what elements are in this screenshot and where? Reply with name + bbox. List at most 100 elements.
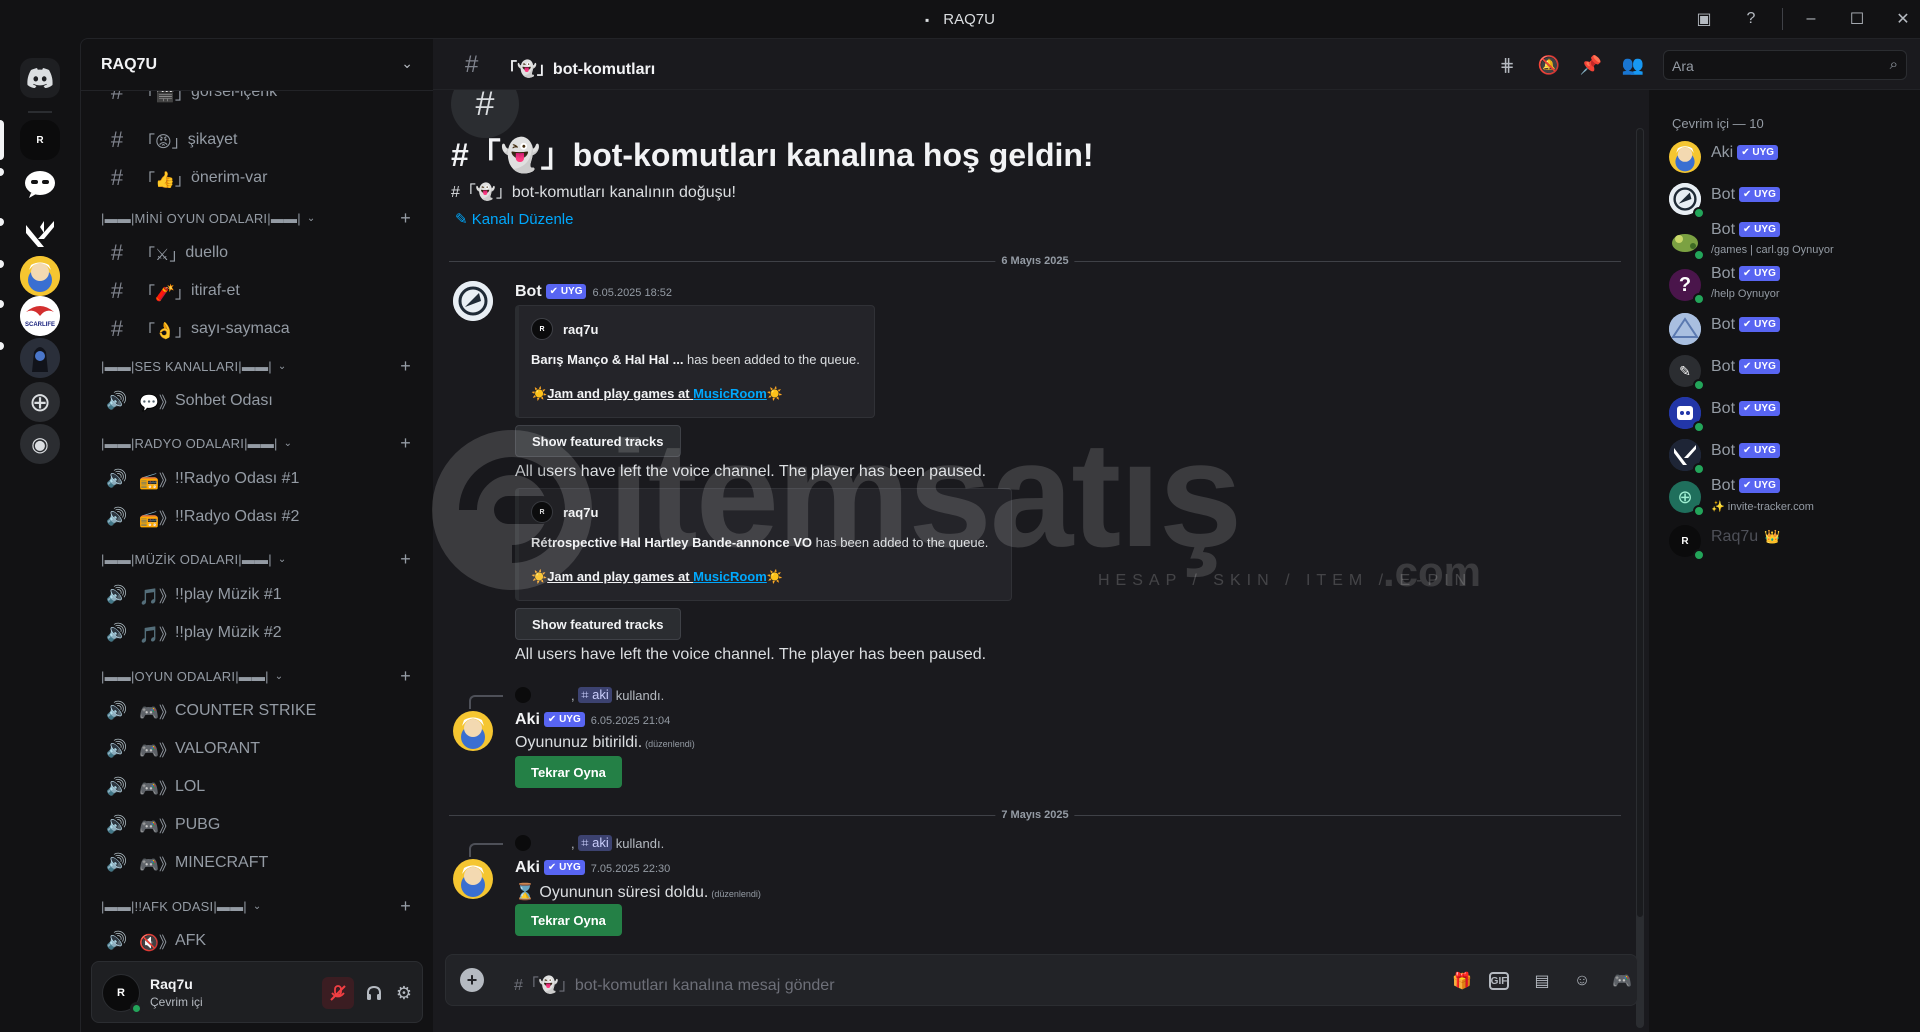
user-name[interactable]: Raq7u (150, 976, 193, 992)
member-item[interactable]: Bot ✔ UYG (1659, 434, 1911, 476)
musicroom-link[interactable]: MusicRoom (693, 569, 767, 584)
server-raq7u-icon[interactable]: R (20, 120, 60, 160)
maximize-icon[interactable]: ☐ (1846, 8, 1868, 30)
message-text: All users have left the voice channel. T… (515, 463, 987, 480)
channel-sayi-saymaca[interactable]: # 「👌」 sayı-saymaca (97, 312, 417, 346)
member-item[interactable]: Bot ✔ UYG (1659, 392, 1911, 434)
sticker-icon[interactable]: ▤ (1529, 968, 1555, 994)
message-author[interactable]: Aki ✔ UYG 6.05.2025 21:04 (515, 711, 670, 729)
channel-prefix: 🎵》 (139, 589, 175, 606)
timestamp: 7.05.2025 22:30 (590, 863, 671, 875)
member-item[interactable]: Bot ✔ UYG /games | carl.gg Oynuyor (1659, 220, 1911, 262)
voice-minecraft[interactable]: 🔊 🎮》 MINECRAFT (97, 846, 417, 880)
show-featured-tracks-button[interactable]: Show featured tracks (515, 608, 681, 640)
server-scarlife-icon[interactable]: SCARLIFE (20, 296, 60, 336)
minimize-icon[interactable]: – (1800, 8, 1822, 30)
close-icon[interactable]: ✕ (1892, 8, 1914, 30)
member-item[interactable]: R Raq7u 👑 (1659, 520, 1911, 562)
voice-radyo-2[interactable]: 🔊 📻》 !!Radyo Odası #2 (97, 500, 417, 534)
message-input[interactable]: #「👻」bot-komutları kanalına mesaj gönder (514, 971, 835, 995)
server-anime-avatar-icon[interactable] (20, 256, 60, 296)
voice-radyo-1[interactable]: 🔊 📻》 !!Radyo Odası #1 (97, 462, 417, 496)
channel-itiraf-et[interactable]: # 「🧨」 itiraf-et (97, 274, 417, 308)
settings-gear-icon[interactable]: ⚙ (388, 977, 420, 1009)
gift-icon[interactable]: 🎁 (1449, 968, 1475, 994)
member-item[interactable]: Bot ✔ UYG (1659, 178, 1911, 220)
channel-onerim-var[interactable]: # 「👍」 önerim-var (97, 161, 417, 195)
slash-command-chip[interactable]: ⌗ aki (578, 835, 612, 851)
gamepad-icon[interactable]: 🎮 (1609, 968, 1635, 994)
message-composer[interactable]: + #「👻」bot-komutları kanalına mesaj gönde… (445, 954, 1638, 1006)
threads-icon[interactable]: ⋕ (1495, 53, 1519, 77)
guild-header[interactable]: RAQ7U ⌄ (81, 39, 433, 91)
edit-channel-link[interactable]: ✎ Kanalı Düzenle (455, 210, 573, 228)
play-again-button[interactable]: Tekrar Oyna (515, 756, 622, 788)
category-ses-kanallari[interactable]: |▬▬|SES KANALLARI|▬▬| ⌄ + (101, 356, 421, 376)
explore-servers-icon[interactable]: ◉ (20, 424, 60, 464)
member-list-icon[interactable]: 👥 (1621, 53, 1645, 77)
category-afk[interactable]: |▬▬|!!AFK ODASI|▬▬| ⌄ + (101, 896, 421, 916)
channel-prefix: 🎵》 (139, 627, 175, 644)
rail-divider (28, 111, 52, 113)
voice-lol[interactable]: 🔊 🎮》 LOL (97, 770, 417, 804)
category-mini-oyun[interactable]: |▬▬|MİNİ OYUN ODALARI|▬▬| ⌄ + (101, 208, 421, 228)
add-channel-icon[interactable]: + (400, 433, 411, 454)
server-valorant-icon[interactable] (20, 214, 60, 254)
gif-icon[interactable]: GIF (1489, 972, 1509, 990)
voice-muzik-2[interactable]: 🔊 🎵》 !!play Müzik #2 (97, 616, 417, 650)
reply-preview[interactable]: , ⌗ aki kullandı. (469, 687, 664, 709)
musicroom-link[interactable]: MusicRoom (693, 386, 767, 401)
slash-command-chip[interactable]: ⌗ aki (578, 687, 612, 703)
member-item[interactable]: Bot ✔ UYG (1659, 308, 1911, 350)
add-channel-icon[interactable]: + (400, 896, 411, 917)
member-item[interactable]: ⊕ Bot ✔ UYG ✨ invite-tracker.com (1659, 476, 1911, 518)
bot-avatar[interactable] (453, 281, 493, 321)
voice-valorant[interactable]: 🔊 🎮》 VALORANT (97, 732, 417, 766)
member-item[interactable]: ? Bot ✔ UYG /help Oynuyor (1659, 264, 1911, 306)
inbox-icon[interactable]: ▣ (1693, 8, 1715, 30)
message-author[interactable]: Bot ✔ UYG 6.05.2025 18:52 (515, 283, 672, 301)
home-discord-icon[interactable] (20, 58, 60, 98)
add-channel-icon[interactable]: + (400, 666, 411, 687)
category-oyun[interactable]: |▬▬|OYUN ODALARI|▬▬| ⌄ + (101, 666, 421, 686)
voice-pubg[interactable]: 🔊 🎮》 PUBG (97, 808, 417, 842)
channel-prefix: 📻》 (139, 511, 175, 528)
voice-muzik-1[interactable]: 🔊 🎵》 !!play Müzik #1 (97, 578, 417, 612)
category-muzik[interactable]: |▬▬|MÜZİK ODALARI|▬▬| ⌄ + (101, 549, 421, 569)
chevron-down-icon[interactable]: ⌄ (401, 55, 413, 72)
member-item[interactable]: Aki ✔ UYG (1659, 136, 1911, 178)
server-chat-bubble-icon[interactable] (20, 164, 60, 204)
channel-name: !!Radyo Odası #2 (174, 508, 300, 525)
play-again-button[interactable]: Tekrar Oyna (515, 904, 622, 936)
attach-plus-icon[interactable]: + (460, 968, 484, 992)
aki-avatar[interactable] (453, 711, 493, 751)
channel-duello[interactable]: # 「⚔」 duello (97, 236, 417, 270)
add-channel-icon[interactable]: + (400, 208, 411, 229)
add-channel-icon[interactable]: + (400, 356, 411, 377)
mute-mic-icon[interactable] (322, 977, 354, 1009)
category-radyo[interactable]: |▬▬|RADYO ODALARI|▬▬| ⌄ + (101, 433, 421, 453)
headphones-icon[interactable] (358, 977, 390, 1009)
show-featured-tracks-button[interactable]: Show featured tracks (515, 425, 681, 457)
voice-afk[interactable]: 🔊 🔇》 AFK (97, 924, 417, 958)
edited-label: (düzenlendi) (645, 739, 695, 749)
add-channel-icon[interactable]: + (400, 549, 411, 570)
channel-gorsel-icerik[interactable]: # 「🎬」 görsel-içerik (97, 91, 417, 109)
reply-preview[interactable]: , ⌗ aki kullandı. (469, 835, 664, 857)
pin-icon[interactable]: 📌 (1579, 53, 1603, 77)
voice-sohbet-odasi[interactable]: 🔊 💬》 Sohbet Odası (97, 384, 417, 418)
voice-counter-strike[interactable]: 🔊 🎮》 COUNTER STRIKE (97, 694, 417, 728)
search-input[interactable]: Ara ⌕ (1663, 50, 1907, 80)
scrollbar-thumb[interactable] (1636, 128, 1644, 918)
server-hooded-figure-icon[interactable] (20, 338, 60, 378)
help-icon[interactable]: ? (1740, 8, 1762, 30)
channel-sikayet[interactable]: # 「😡」 şikayet (97, 123, 417, 157)
chat-scrollbar[interactable] (1636, 128, 1644, 1028)
mute-bell-icon[interactable]: 🔕 (1537, 53, 1561, 77)
aki-avatar[interactable] (453, 859, 493, 899)
add-server-icon[interactable]: ⊕ (20, 382, 60, 422)
emoji-icon[interactable]: ☺ (1569, 968, 1595, 994)
message-author[interactable]: Aki ✔ UYG 7.05.2025 22:30 (515, 859, 670, 877)
promo-text: Jam and play games at (547, 386, 694, 401)
member-item[interactable]: ✎ Bot ✔ UYG (1659, 350, 1911, 392)
